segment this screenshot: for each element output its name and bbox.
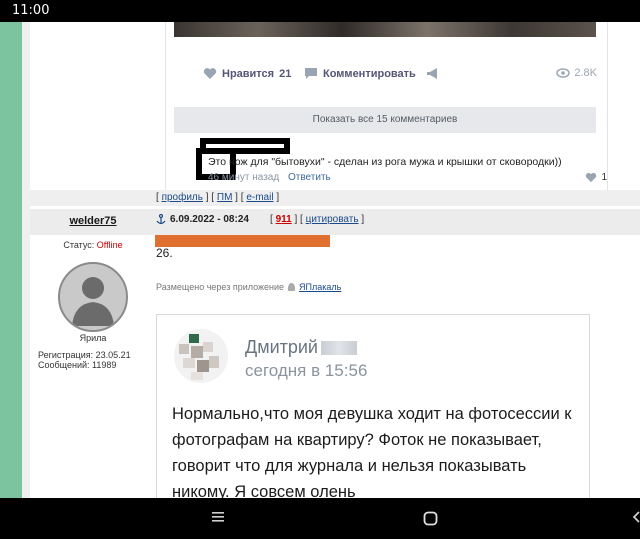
posted-via: Размещено через приложение ЯПлакаль xyxy=(156,282,341,292)
author-rank: Ярила xyxy=(79,333,107,343)
forum-content: Нравится 21 Комментировать 2.8K Показать… xyxy=(30,22,640,498)
redaction-bar xyxy=(155,235,330,247)
registration-date: Регистрация: 23.05.21 xyxy=(38,350,131,360)
comment-like-count: 1 xyxy=(601,172,607,183)
quote-link[interactable]: цитировать xyxy=(306,214,359,225)
status-value: Offline xyxy=(96,240,123,250)
author-status: Статус: Offline xyxy=(30,240,156,250)
comment-time: 46 минут назад xyxy=(208,172,280,183)
email-link[interactable]: e-mail xyxy=(246,192,273,203)
android-icon xyxy=(288,282,296,291)
status-label: Статус: xyxy=(63,240,95,250)
profile-link[interactable]: профиль xyxy=(162,192,203,203)
views-counter: 2.8K xyxy=(556,67,597,79)
comment-button[interactable]: Комментировать xyxy=(304,67,416,80)
show-all-comments-button[interactable]: Показать все 15 комментариев xyxy=(174,107,596,133)
status-bar: 11:00 xyxy=(0,0,640,22)
screenshot-time: сегодня в 15:56 xyxy=(245,361,368,380)
share-button[interactable] xyxy=(426,67,440,80)
megaphone-icon xyxy=(427,68,437,79)
navigation-bar xyxy=(0,498,640,539)
screenshot-name: Дмитрий xyxy=(245,337,357,358)
screenshot-name-text: Дмитрий xyxy=(245,337,318,357)
comment-icon xyxy=(305,68,317,79)
pm-link[interactable]: ПМ xyxy=(217,192,233,203)
author-name-link[interactable]: welder75 xyxy=(60,215,126,227)
like-label: Нравится xyxy=(222,67,275,80)
heart-icon xyxy=(586,172,597,183)
comment-like-button[interactable]: 1 xyxy=(585,172,607,183)
screenshot-message: Нормально,что моя девушка ходит на фотос… xyxy=(172,405,572,498)
author-stats: Регистрация: 23.05.21 Сообщений: 11989 xyxy=(38,350,131,370)
home-icon[interactable] xyxy=(423,511,438,529)
eye-icon xyxy=(556,68,571,78)
views-count: 2.8K xyxy=(574,67,597,79)
web-page: Нравится 21 Комментировать 2.8K Показать… xyxy=(0,22,640,498)
post-number-link[interactable]: 911 xyxy=(276,214,292,225)
device-screen: 11:00 Нравится 21 Комментировать 2.8K По… xyxy=(0,0,640,539)
post-actions: Нравится 21 Комментировать 2.8K xyxy=(166,60,609,88)
anchor-icon[interactable] xyxy=(156,214,166,225)
post-date: 6.09.2022 - 08:24 xyxy=(156,214,249,225)
heart-icon xyxy=(203,68,217,79)
comment-label: Комментировать xyxy=(323,67,416,80)
post-number-links: [ 911 ] [ цитировать ] xyxy=(270,214,365,225)
post-header: welder75 6.09.2022 - 08:24 [ 911 ] [ цит… xyxy=(30,209,640,235)
post-body-text: 26. xyxy=(156,246,173,260)
status-time: 11:00 xyxy=(12,3,50,18)
post-user-links: [ профиль ] [ ПМ ] [ e-mail ] xyxy=(30,190,640,206)
attached-screenshot[interactable]: Дмитрий сегодня в 15:56 Нормально,что мо… xyxy=(156,314,590,498)
avatar[interactable] xyxy=(58,262,128,332)
post-photo xyxy=(174,22,596,37)
back-icon[interactable] xyxy=(632,510,640,526)
post-date-text: 6.09.2022 - 08:24 xyxy=(170,214,249,225)
messages-count: Сообщений: 11989 xyxy=(38,360,117,370)
embedded-vk-post: Нравится 21 Комментировать 2.8K Показать… xyxy=(165,22,608,192)
left-accent-bar xyxy=(0,22,22,498)
like-count: 21 xyxy=(279,67,292,80)
posted-via-label: Размещено через приложение xyxy=(156,282,285,292)
app-link[interactable]: ЯПлакаль xyxy=(299,282,341,292)
blurred-avatar xyxy=(174,329,228,383)
reply-link[interactable]: Ответить xyxy=(288,172,331,183)
comment-text: Это нож для "бытовухи" - сделан из рога … xyxy=(208,156,562,168)
menu-icon[interactable] xyxy=(211,510,225,526)
user-silhouette-icon xyxy=(72,277,114,326)
blurred-surname xyxy=(320,341,357,356)
like-button[interactable]: Нравится 21 xyxy=(203,67,291,80)
comment-meta: 46 минут назад Ответить xyxy=(208,172,331,183)
